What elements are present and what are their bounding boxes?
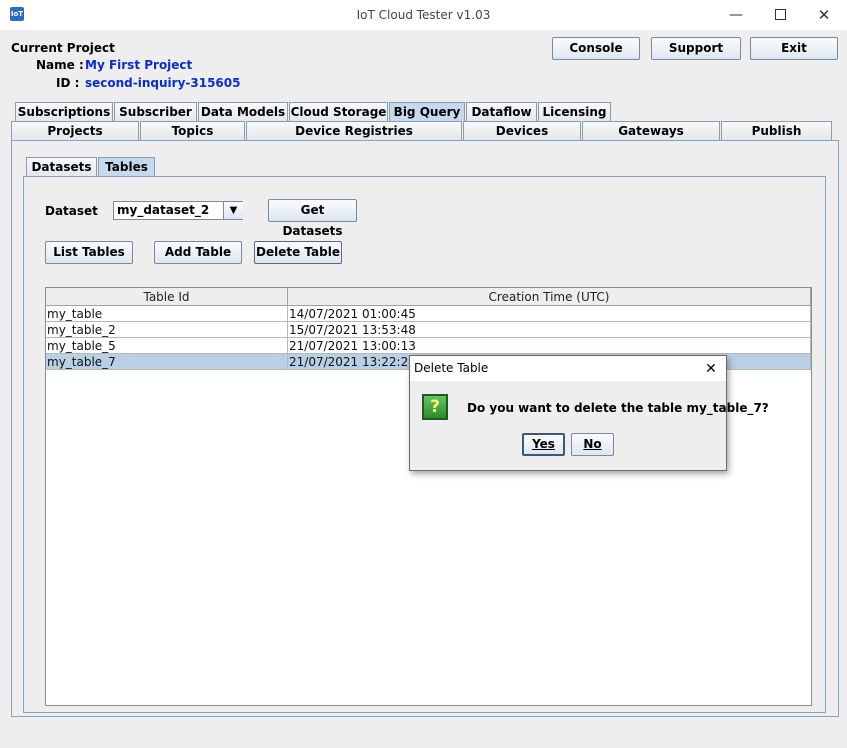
delete-table-button[interactable]: Delete Table bbox=[254, 241, 342, 264]
table-row[interactable]: my_table_5 21/07/2021 13:00:13 bbox=[46, 338, 811, 354]
delete-table-dialog: Delete Table ✕ ? Do you want to delete t… bbox=[409, 355, 769, 471]
project-id-value: second-inquiry-315605 bbox=[85, 76, 241, 90]
column-header-creation-time[interactable]: Creation Time (UTC) bbox=[288, 288, 811, 306]
get-datasets-button[interactable]: Get Datasets bbox=[268, 199, 357, 238]
no-button[interactable]: No bbox=[571, 433, 614, 456]
tables-table[interactable]: Table Id Creation Time (UTC) my_table 14… bbox=[45, 287, 812, 706]
tab-big-query[interactable]: Big Query bbox=[389, 102, 465, 121]
subtab-tables[interactable]: Tables bbox=[98, 157, 155, 176]
yes-button[interactable]: Yes bbox=[522, 433, 565, 456]
column-header-table-id[interactable]: Table Id bbox=[46, 288, 288, 306]
dialog-title: Delete Table bbox=[414, 361, 489, 375]
list-tables-button[interactable]: List Tables bbox=[45, 241, 133, 264]
tab-gateways[interactable]: Gateways bbox=[582, 121, 720, 140]
tab-publish[interactable]: Publish bbox=[721, 121, 832, 140]
tab-subscriber[interactable]: Subscriber bbox=[114, 102, 197, 121]
tab-topics[interactable]: Topics bbox=[140, 121, 245, 140]
dataset-select-value: my_dataset_2 bbox=[117, 203, 210, 217]
add-table-button[interactable]: Add Table bbox=[154, 241, 242, 264]
maximize-icon bbox=[774, 8, 786, 20]
current-project-label: Current Project bbox=[11, 41, 115, 55]
tab-device-registries[interactable]: Device Registries bbox=[246, 121, 462, 140]
dialog-close-button[interactable]: ✕ bbox=[700, 359, 722, 379]
minimize-button[interactable]: — bbox=[713, 0, 759, 30]
dataset-label: Dataset bbox=[45, 204, 98, 218]
dialog-message: Do you want to delete the table my_table… bbox=[467, 401, 769, 415]
tab-devices[interactable]: Devices bbox=[463, 121, 581, 140]
exit-button[interactable]: Exit bbox=[750, 37, 838, 60]
console-button[interactable]: Console bbox=[552, 37, 640, 60]
creation-time-cell: 14/07/2021 01:00:45 bbox=[288, 306, 811, 322]
subtab-datasets[interactable]: Datasets bbox=[26, 157, 97, 176]
dataset-select[interactable]: my_dataset_2 ▼ bbox=[113, 201, 243, 220]
table-id-cell: my_table_5 bbox=[46, 338, 288, 354]
tab-dataflow[interactable]: Dataflow bbox=[466, 102, 537, 121]
support-button[interactable]: Support bbox=[651, 37, 741, 60]
maximize-button[interactable] bbox=[757, 0, 803, 30]
table-row[interactable]: my_table 14/07/2021 01:00:45 bbox=[46, 306, 811, 322]
table-id-cell: my_table bbox=[46, 306, 288, 322]
table-id-cell: my_table_7 bbox=[46, 354, 288, 370]
project-name-label: Name : bbox=[36, 58, 84, 72]
creation-time-cell: 21/07/2021 13:00:13 bbox=[288, 338, 811, 354]
tab-data-models[interactable]: Data Models bbox=[198, 102, 288, 121]
tab-subscriptions[interactable]: Subscriptions bbox=[15, 102, 113, 121]
project-name-value: My First Project bbox=[85, 58, 193, 72]
tab-projects[interactable]: Projects bbox=[11, 121, 139, 140]
creation-time-cell: 15/07/2021 13:53:48 bbox=[288, 322, 811, 338]
table-row[interactable]: my_table_2 15/07/2021 13:53:48 bbox=[46, 322, 811, 338]
close-button[interactable]: ✕ bbox=[801, 0, 847, 30]
project-id-label: ID : bbox=[56, 76, 80, 90]
tab-licensing[interactable]: Licensing bbox=[538, 102, 611, 121]
tab-cloud-storage[interactable]: Cloud Storage bbox=[289, 102, 388, 121]
question-icon: ? bbox=[422, 394, 448, 420]
table-id-cell: my_table_2 bbox=[46, 322, 288, 338]
chevron-down-icon[interactable]: ▼ bbox=[223, 202, 243, 219]
